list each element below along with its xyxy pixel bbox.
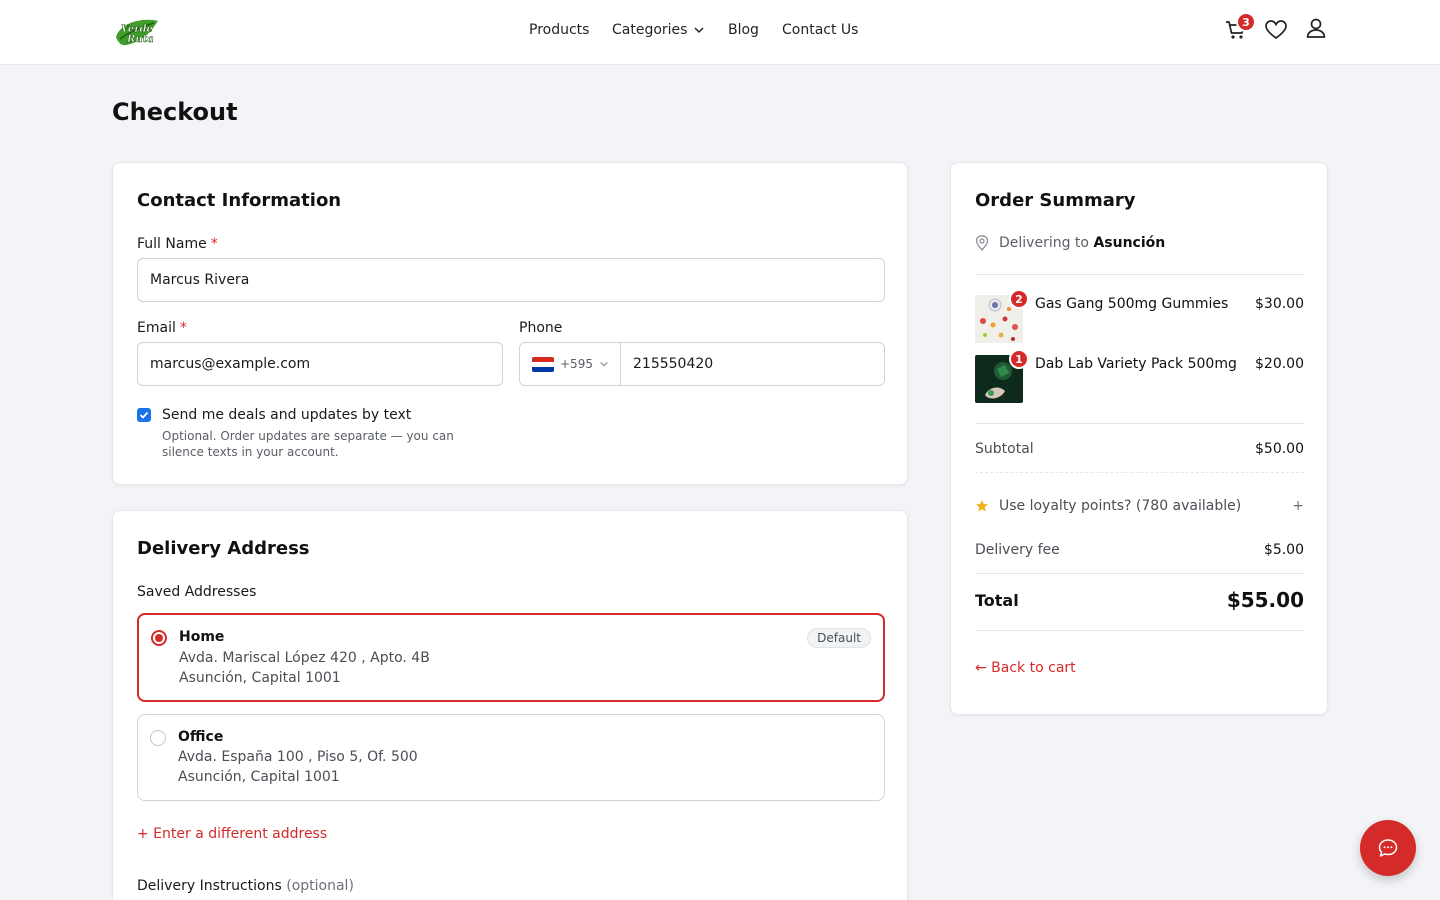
sms-optin-label[interactable]: Send me deals and updates by text — [162, 407, 411, 423]
default-badge: Default — [807, 628, 871, 648]
full-name-input[interactable]: Marcus Rivera — [137, 258, 885, 302]
required-mark: * — [210, 236, 218, 252]
email-label: Email * — [137, 320, 187, 336]
address-line2: Asunción, Capital 1001 — [178, 769, 340, 785]
delivering-city: Asunción — [1093, 235, 1166, 251]
optional-hint: (optional) — [286, 878, 354, 894]
delivery-instructions-label-text: Delivery Instructions — [137, 878, 282, 894]
delivering-prefix: Delivering to — [999, 235, 1089, 251]
total-label: Total — [975, 590, 1019, 610]
user-icon[interactable] — [1304, 16, 1328, 40]
delivery-fee-row: Delivery fee $5.00 — [975, 542, 1304, 558]
phone-number-input[interactable]: 215550420 — [621, 343, 884, 385]
country-code-value: +595 — [560, 357, 593, 371]
page-title: Checkout — [112, 98, 238, 126]
address-radio-unselected[interactable] — [150, 730, 166, 746]
chevron-down-icon — [600, 361, 608, 367]
address-radio-selected[interactable] — [151, 630, 167, 646]
country-code-select[interactable]: +595 — [520, 343, 621, 385]
item-name[interactable]: Dab Lab Variety Pack 500mg — [1035, 356, 1237, 372]
email-input[interactable]: marcus@example.com — [137, 342, 503, 386]
cart-count-badge: 3 — [1236, 12, 1256, 32]
delivery-instructions-label: Delivery Instructions (optional) — [137, 878, 354, 894]
enter-different-address-link[interactable]: + Enter a different address — [137, 826, 327, 842]
item-name[interactable]: Gas Gang 500mg Gummies — [1035, 296, 1228, 312]
summary-item: 1 Dab Lab Variety Pack 500mg $20.00 — [975, 349, 1304, 403]
saved-addresses-label: Saved Addresses — [137, 584, 257, 600]
sms-optin-checkbox[interactable] — [137, 408, 151, 422]
address-line2: Asunción, Capital 1001 — [179, 670, 341, 686]
address-name: Home — [179, 629, 225, 645]
subtotal-row: Subtotal $50.00 — [975, 441, 1304, 457]
star-icon — [976, 500, 988, 512]
delivering-to: Delivering to Asunción — [975, 235, 1165, 251]
contact-information-card: Contact Information Full Name * Marcus Ri… — [112, 162, 908, 485]
delivery-fee-value: $5.00 — [1263, 542, 1304, 558]
delivery-section-title: Delivery Address — [137, 538, 310, 559]
divider — [975, 423, 1304, 424]
quantity-badge: 2 — [1009, 289, 1029, 309]
svg-text:Ruta: Ruta — [126, 34, 154, 45]
chevron-down-icon — [694, 27, 704, 34]
brand-logo[interactable]: Verde Ruta — [112, 15, 162, 49]
subtotal-value: $50.00 — [1255, 441, 1304, 457]
expand-plus-icon[interactable]: + — [1292, 498, 1304, 514]
saved-address-home[interactable]: Home Avda. Mariscal López 420 , Apto. 4B… — [137, 613, 885, 702]
saved-address-office[interactable]: Office Avda. España 100 , Piso 5, Of. 50… — [137, 714, 885, 801]
nav-categories-label: Categories — [612, 22, 688, 38]
back-to-cart-link[interactable]: ← Back to cart — [975, 660, 1076, 676]
nav-categories[interactable]: Categories — [612, 22, 705, 38]
quantity-badge: 1 — [1009, 349, 1029, 369]
contact-section-title: Contact Information — [137, 190, 342, 211]
address-line1: Avda. España 100 , Piso 5, Of. 500 — [178, 749, 418, 765]
heart-icon[interactable] — [1264, 18, 1288, 42]
nav-products[interactable]: Products — [529, 22, 589, 38]
required-mark: * — [179, 320, 187, 336]
summary-title: Order Summary — [975, 190, 1136, 211]
checkmark-icon — [139, 411, 149, 419]
loyalty-points-toggle[interactable]: Use loyalty points? (780 available) + — [975, 498, 1304, 514]
full-name-label: Full Name * — [137, 236, 218, 252]
order-summary-card: Order Summary Delivering to Asunción 2 G… — [950, 162, 1328, 715]
location-pin-icon — [975, 235, 989, 251]
sms-optin-help-text: Optional. Order updates are separate — y… — [162, 429, 454, 459]
nav-blog[interactable]: Blog — [728, 22, 759, 38]
address-line1: Avda. Mariscal López 420 , Apto. 4B — [179, 650, 430, 666]
total-value: $55.00 — [1226, 588, 1304, 612]
email-label-text: Email — [137, 320, 176, 336]
phone-field: +595 215550420 — [519, 342, 885, 386]
subtotal-label: Subtotal — [975, 441, 1034, 457]
nav-contact-us[interactable]: Contact Us — [782, 22, 858, 38]
divider — [975, 274, 1304, 275]
loyalty-label: Use loyalty points? (780 available) — [999, 498, 1242, 514]
chat-button[interactable] — [1360, 820, 1416, 876]
top-navigation-bar: Verde Ruta Products Categories Blog Cont… — [0, 0, 1440, 65]
total-row: Total $55.00 — [975, 588, 1304, 612]
chat-bubble-icon — [1378, 839, 1398, 857]
delivery-fee-label: Delivery fee — [975, 542, 1060, 558]
delivery-address-card: Delivery Address Saved Addresses Home Av… — [112, 510, 908, 900]
phone-label: Phone — [519, 320, 563, 336]
summary-item: 2 Gas Gang 500mg Gummies $30.00 — [975, 289, 1304, 343]
paraguay-flag-icon — [532, 356, 554, 372]
divider — [975, 472, 1304, 473]
full-name-label-text: Full Name — [137, 236, 207, 252]
divider — [975, 630, 1304, 631]
address-name: Office — [178, 729, 224, 745]
item-price: $20.00 — [1255, 356, 1304, 372]
item-price: $30.00 — [1255, 296, 1304, 312]
divider — [975, 573, 1304, 574]
